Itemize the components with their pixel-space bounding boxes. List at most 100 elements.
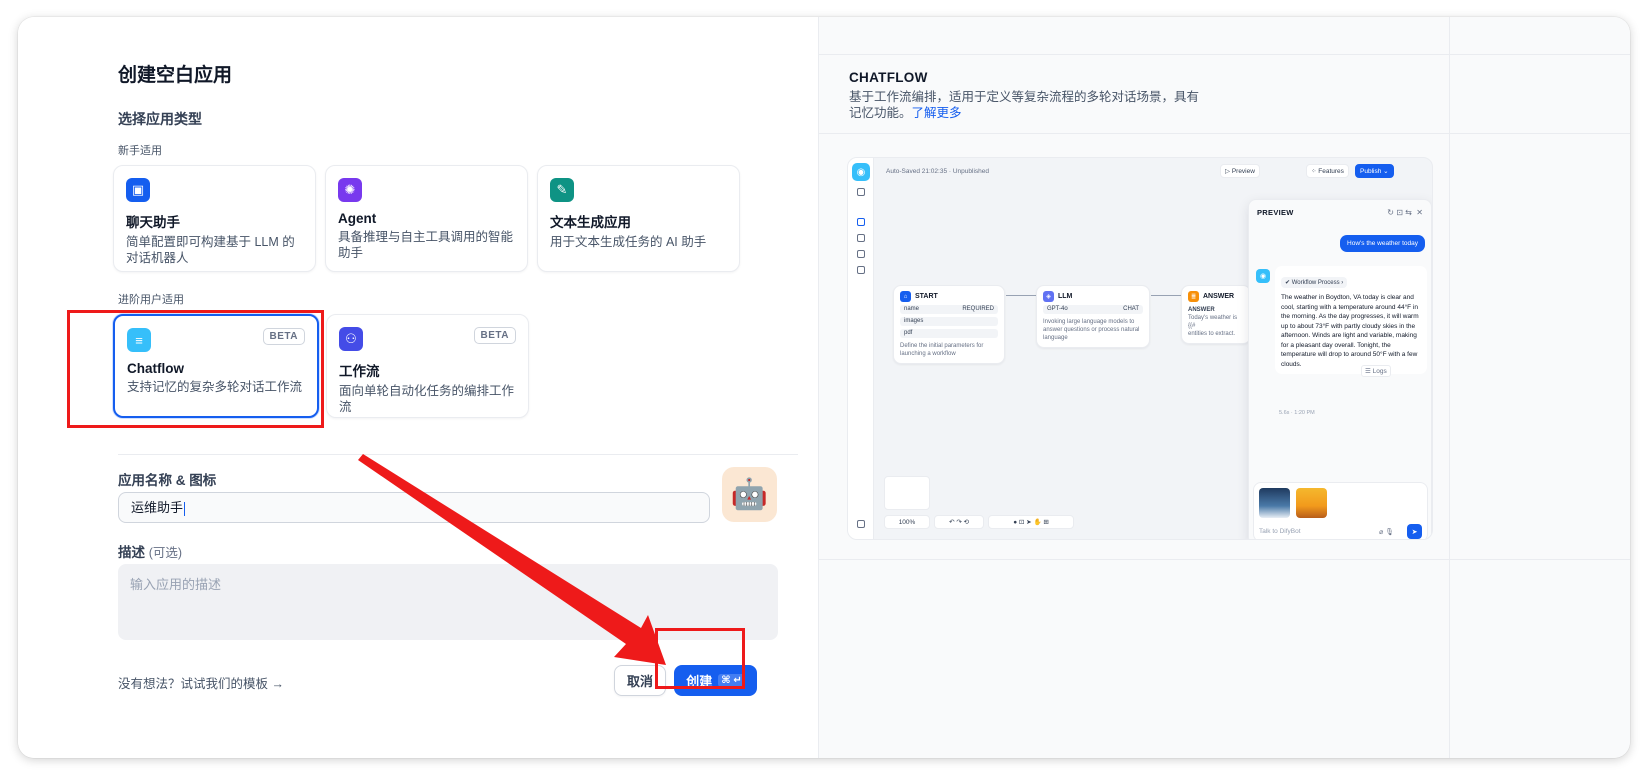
preview-panel: CHATFLOW 基于工作流编排，适用于定义等复杂流程的多轮对话场景，具有记忆功… (818, 17, 1630, 758)
advanced-label: 进阶用户适用 (118, 294, 184, 306)
chat-input-placeholder: Talk to DifyBot (1259, 528, 1301, 535)
text-caret (184, 501, 186, 516)
chat-preview-title: PREVIEW (1257, 208, 1294, 217)
app-icon-picker[interactable]: 🤖 (722, 467, 777, 522)
bot-avatar-icon: ◉ (1256, 269, 1270, 283)
chatflow-preview-image: ◉ Auto-Saved 21:02:35 · Unpublished ▷ Pr… (847, 157, 1433, 540)
llm-node: ◈ LLM GPT-4o CHAT Invoking large language … (1036, 285, 1150, 348)
highlight-box-chatflow (67, 310, 324, 428)
llm-model: GPT-4o (1047, 306, 1068, 312)
user-message: How's the weather today (1340, 235, 1425, 252)
autosave-status: Auto-Saved 21:02:35 · Unpublished (886, 168, 989, 175)
llm-mode: CHAT (1123, 306, 1139, 312)
text-generation-icon: ✎ (550, 178, 574, 202)
grid-line (1449, 17, 1450, 758)
chat-input-box: Talk to DifyBot ⌀ 🎙 ➤ (1253, 482, 1428, 539)
features-button-label: Features (1318, 167, 1344, 175)
start-var-images: images (900, 317, 998, 326)
highlight-box-create (655, 628, 745, 689)
app-type-description-text: 基于工作流编排，适用于定义等复杂流程的多轮对话场景，具有记忆功能。 (849, 90, 1200, 120)
beta-badge: BETA (473, 327, 516, 344)
logs-icon (857, 250, 865, 258)
start-var-pdf: pdf (900, 329, 998, 338)
edge-llm-answer (1151, 295, 1181, 296)
collapse-icon (857, 520, 865, 528)
preview-button: ▷ Preview (1220, 164, 1260, 178)
form-divider (118, 454, 798, 455)
start-node: ⌂ START name REQUIRED images pdf Define th… (893, 285, 1005, 364)
workflow-process-tag: ✔ Workflow Process › (1281, 277, 1348, 288)
workflow-process-label: Workflow Process (1291, 280, 1340, 286)
start-var-label: pdf (904, 330, 913, 336)
app-type-desc: 具备推理与自主工具调用的智能助手 (338, 230, 514, 260)
history-controls: ↶ ↷ ⟲ (934, 515, 984, 529)
app-type-name: 工作流 (339, 364, 380, 379)
start-var-name: name REQUIRED (900, 305, 998, 314)
canvas-tools: ● ⊡ ➤ ✋ ⊞ (988, 515, 1074, 529)
zoom-control: 100% (884, 515, 930, 529)
start-node-title: START (915, 293, 938, 300)
app-name-label: 应用名称 & 图标 (118, 473, 217, 488)
swap-icon (857, 188, 865, 196)
edge-start-llm (1006, 295, 1036, 296)
answer-label: ANSWER (1188, 307, 1215, 313)
minimap (884, 476, 930, 510)
optional-hint: (可选) (148, 546, 183, 560)
attach-mic-icons: ⌀ 🎙 (1379, 529, 1395, 536)
attached-image-thumb (1296, 488, 1327, 518)
description-label: 描述 (可选) (118, 541, 182, 561)
logs-button-label: Logs (1372, 368, 1387, 375)
learn-more-link[interactable]: 了解更多 (912, 106, 962, 120)
message-meta: 5.6s · 1:20 PM (1279, 410, 1315, 416)
app-type-title: CHATFLOW (849, 70, 928, 85)
select-type-label: 选择应用类型 (118, 111, 202, 127)
zoom-value: 100% (898, 518, 916, 526)
llm-node-desc: Invoking large language models to answer… (1043, 319, 1140, 341)
features-button: ⁘ Features (1306, 164, 1349, 178)
answer-node-title: ANSWER (1203, 293, 1235, 300)
logs-button: ☰ Logs (1361, 365, 1391, 377)
grid-line (819, 133, 1630, 134)
chat-bot-icon: ▣ (126, 178, 150, 202)
grid-line (819, 559, 1630, 560)
llm-model-row: GPT-4o CHAT (1043, 305, 1143, 314)
bot-logo-icon: ◉ (852, 163, 870, 181)
description-label-text: 描述 (118, 545, 145, 560)
answer-text: Today's weather is {{# (1188, 315, 1238, 329)
app-type-desc: 面向单轮自动化任务的编排工作流 (339, 384, 515, 414)
chat-preview-panel: PREVIEW ↻ ⊡ ⇆ ✕ How's the weather today … (1248, 199, 1432, 539)
app-type-workflow-card[interactable]: ⚇ BETA 工作流 面向单轮自动化任务的编排工作流 (326, 314, 529, 418)
grid-line (819, 54, 1630, 55)
chat-controls: ↻ ⊡ ⇆ ✕ (1387, 208, 1423, 217)
publish-button-label: Publish (1360, 167, 1382, 175)
app-type-completion-card[interactable]: ✎ 文本生成应用 用于文本生成任务的 AI 助手 (537, 165, 740, 272)
start-var-label: name (904, 306, 920, 312)
arrow-right-icon: → (271, 677, 285, 691)
app-type-description: 基于工作流编排，适用于定义等复杂流程的多轮对话场景，具有记忆功能。了解更多 (849, 89, 1209, 121)
create-app-dialog: 创建空白应用 选择应用类型 新手适用 ▣ 聊天助手 简单配置即可构建基于 LLM… (18, 17, 1630, 758)
agent-icon: ✺ (338, 178, 362, 202)
start-node-desc: Define the initial parameters for launch… (900, 343, 984, 357)
monitor-icon (857, 266, 865, 274)
try-template-link[interactable]: 没有想法？试试我们的模板 → (118, 673, 284, 692)
llm-icon: ◈ (1043, 291, 1054, 302)
start-var-label: images (904, 318, 924, 324)
app-type-name: Agent (338, 211, 377, 226)
answer-text-2: entities to extract. (1188, 331, 1236, 337)
orchestrate-icon (857, 218, 865, 226)
app-type-name: 聊天助手 (126, 215, 180, 230)
api-icon (857, 234, 865, 242)
answer-node: ≣ ANSWER ANSWER Today's weather is {{# en… (1181, 285, 1251, 344)
llm-node-title: LLM (1058, 293, 1073, 300)
app-type-name: 文本生成应用 (550, 215, 631, 230)
try-template-text: 没有想法？试试我们的模板 (118, 677, 269, 691)
home-icon: ⌂ (900, 291, 911, 302)
app-type-agent-card[interactable]: ✺ Agent 具备推理与自主工具调用的智能助手 (325, 165, 528, 272)
bot-message: ✔ Workflow Process › The weather in Boyd… (1275, 266, 1427, 374)
send-icon: ➤ (1407, 524, 1422, 539)
bot-message-text: The weather in Boydton, VA today is clea… (1281, 294, 1419, 368)
app-type-chatbot-card[interactable]: ▣ 聊天助手 简单配置即可构建基于 LLM 的对话机器人 (113, 165, 316, 272)
answer-icon: ≣ (1188, 291, 1199, 302)
app-name-input[interactable]: 运维助手 (118, 492, 710, 523)
beginner-label: 新手适用 (118, 145, 162, 157)
